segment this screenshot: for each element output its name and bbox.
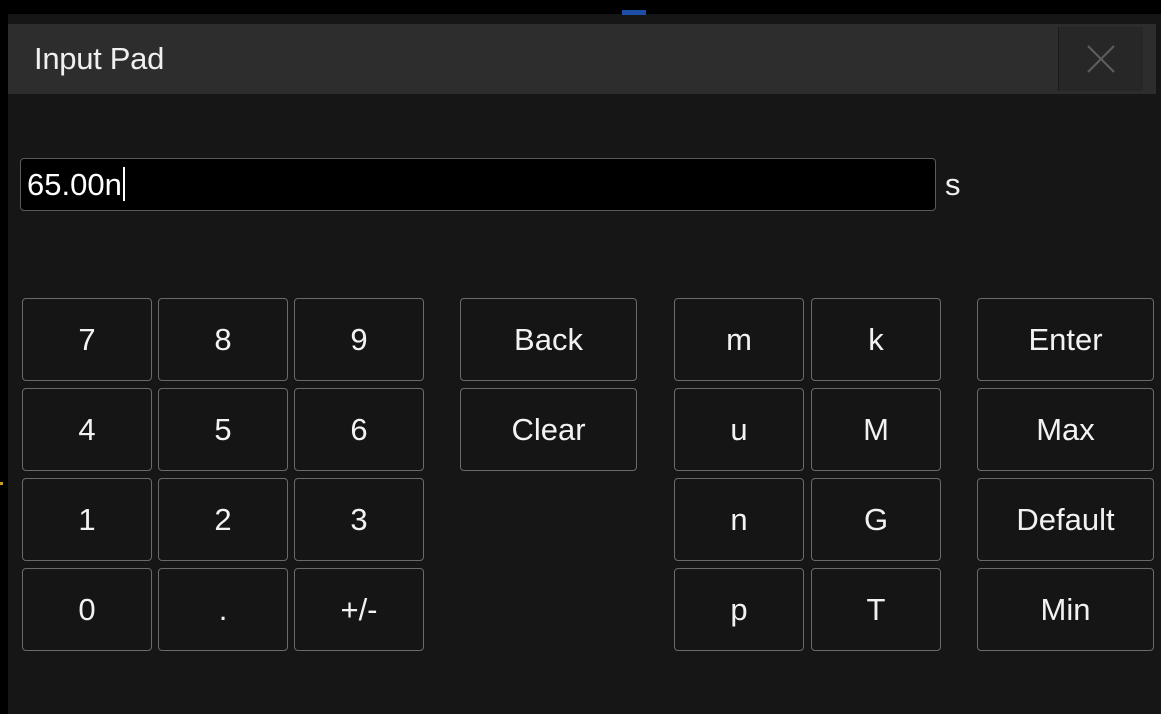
close-icon — [1087, 45, 1115, 73]
key-1[interactable]: 1 — [22, 478, 152, 561]
prefix-kilo-button[interactable]: k — [811, 298, 941, 381]
prefix-pico-button[interactable]: p — [674, 568, 804, 651]
key-9[interactable]: 9 — [294, 298, 424, 381]
key-4[interactable]: 4 — [22, 388, 152, 471]
close-button[interactable] — [1058, 27, 1143, 91]
key-2[interactable]: 2 — [158, 478, 288, 561]
min-button[interactable]: Min — [977, 568, 1154, 651]
default-button[interactable]: Default — [977, 478, 1154, 561]
prefix-micro-button[interactable]: u — [674, 388, 804, 471]
max-button[interactable]: Max — [977, 388, 1154, 471]
clear-button[interactable]: Clear — [460, 388, 637, 471]
prefix-milli-button[interactable]: m — [674, 298, 804, 381]
key-0[interactable]: 0 — [22, 568, 152, 651]
value-text: 65.00n — [27, 167, 122, 202]
key-sign-toggle[interactable]: +/- — [294, 568, 424, 651]
key-6[interactable]: 6 — [294, 388, 424, 471]
unit-label: s — [945, 167, 961, 202]
value-input[interactable]: 65.00n — [20, 158, 936, 211]
prefix-mega-button[interactable]: M — [811, 388, 941, 471]
key-3[interactable]: 3 — [294, 478, 424, 561]
dialog-title: Input Pad — [34, 41, 165, 76]
key-8[interactable]: 8 — [158, 298, 288, 381]
key-7[interactable]: 7 — [22, 298, 152, 381]
back-button[interactable]: Back — [460, 298, 637, 381]
title-bar — [8, 24, 1156, 94]
text-caret — [122, 167, 125, 201]
prefix-tera-button[interactable]: T — [811, 568, 941, 651]
enter-button[interactable]: Enter — [977, 298, 1154, 381]
key-5[interactable]: 5 — [158, 388, 288, 471]
side-accent-mark — [0, 482, 3, 485]
prefix-giga-button[interactable]: G — [811, 478, 941, 561]
prefix-nano-button[interactable]: n — [674, 478, 804, 561]
top-accent-mark — [622, 10, 646, 15]
key-decimal[interactable]: . — [158, 568, 288, 651]
